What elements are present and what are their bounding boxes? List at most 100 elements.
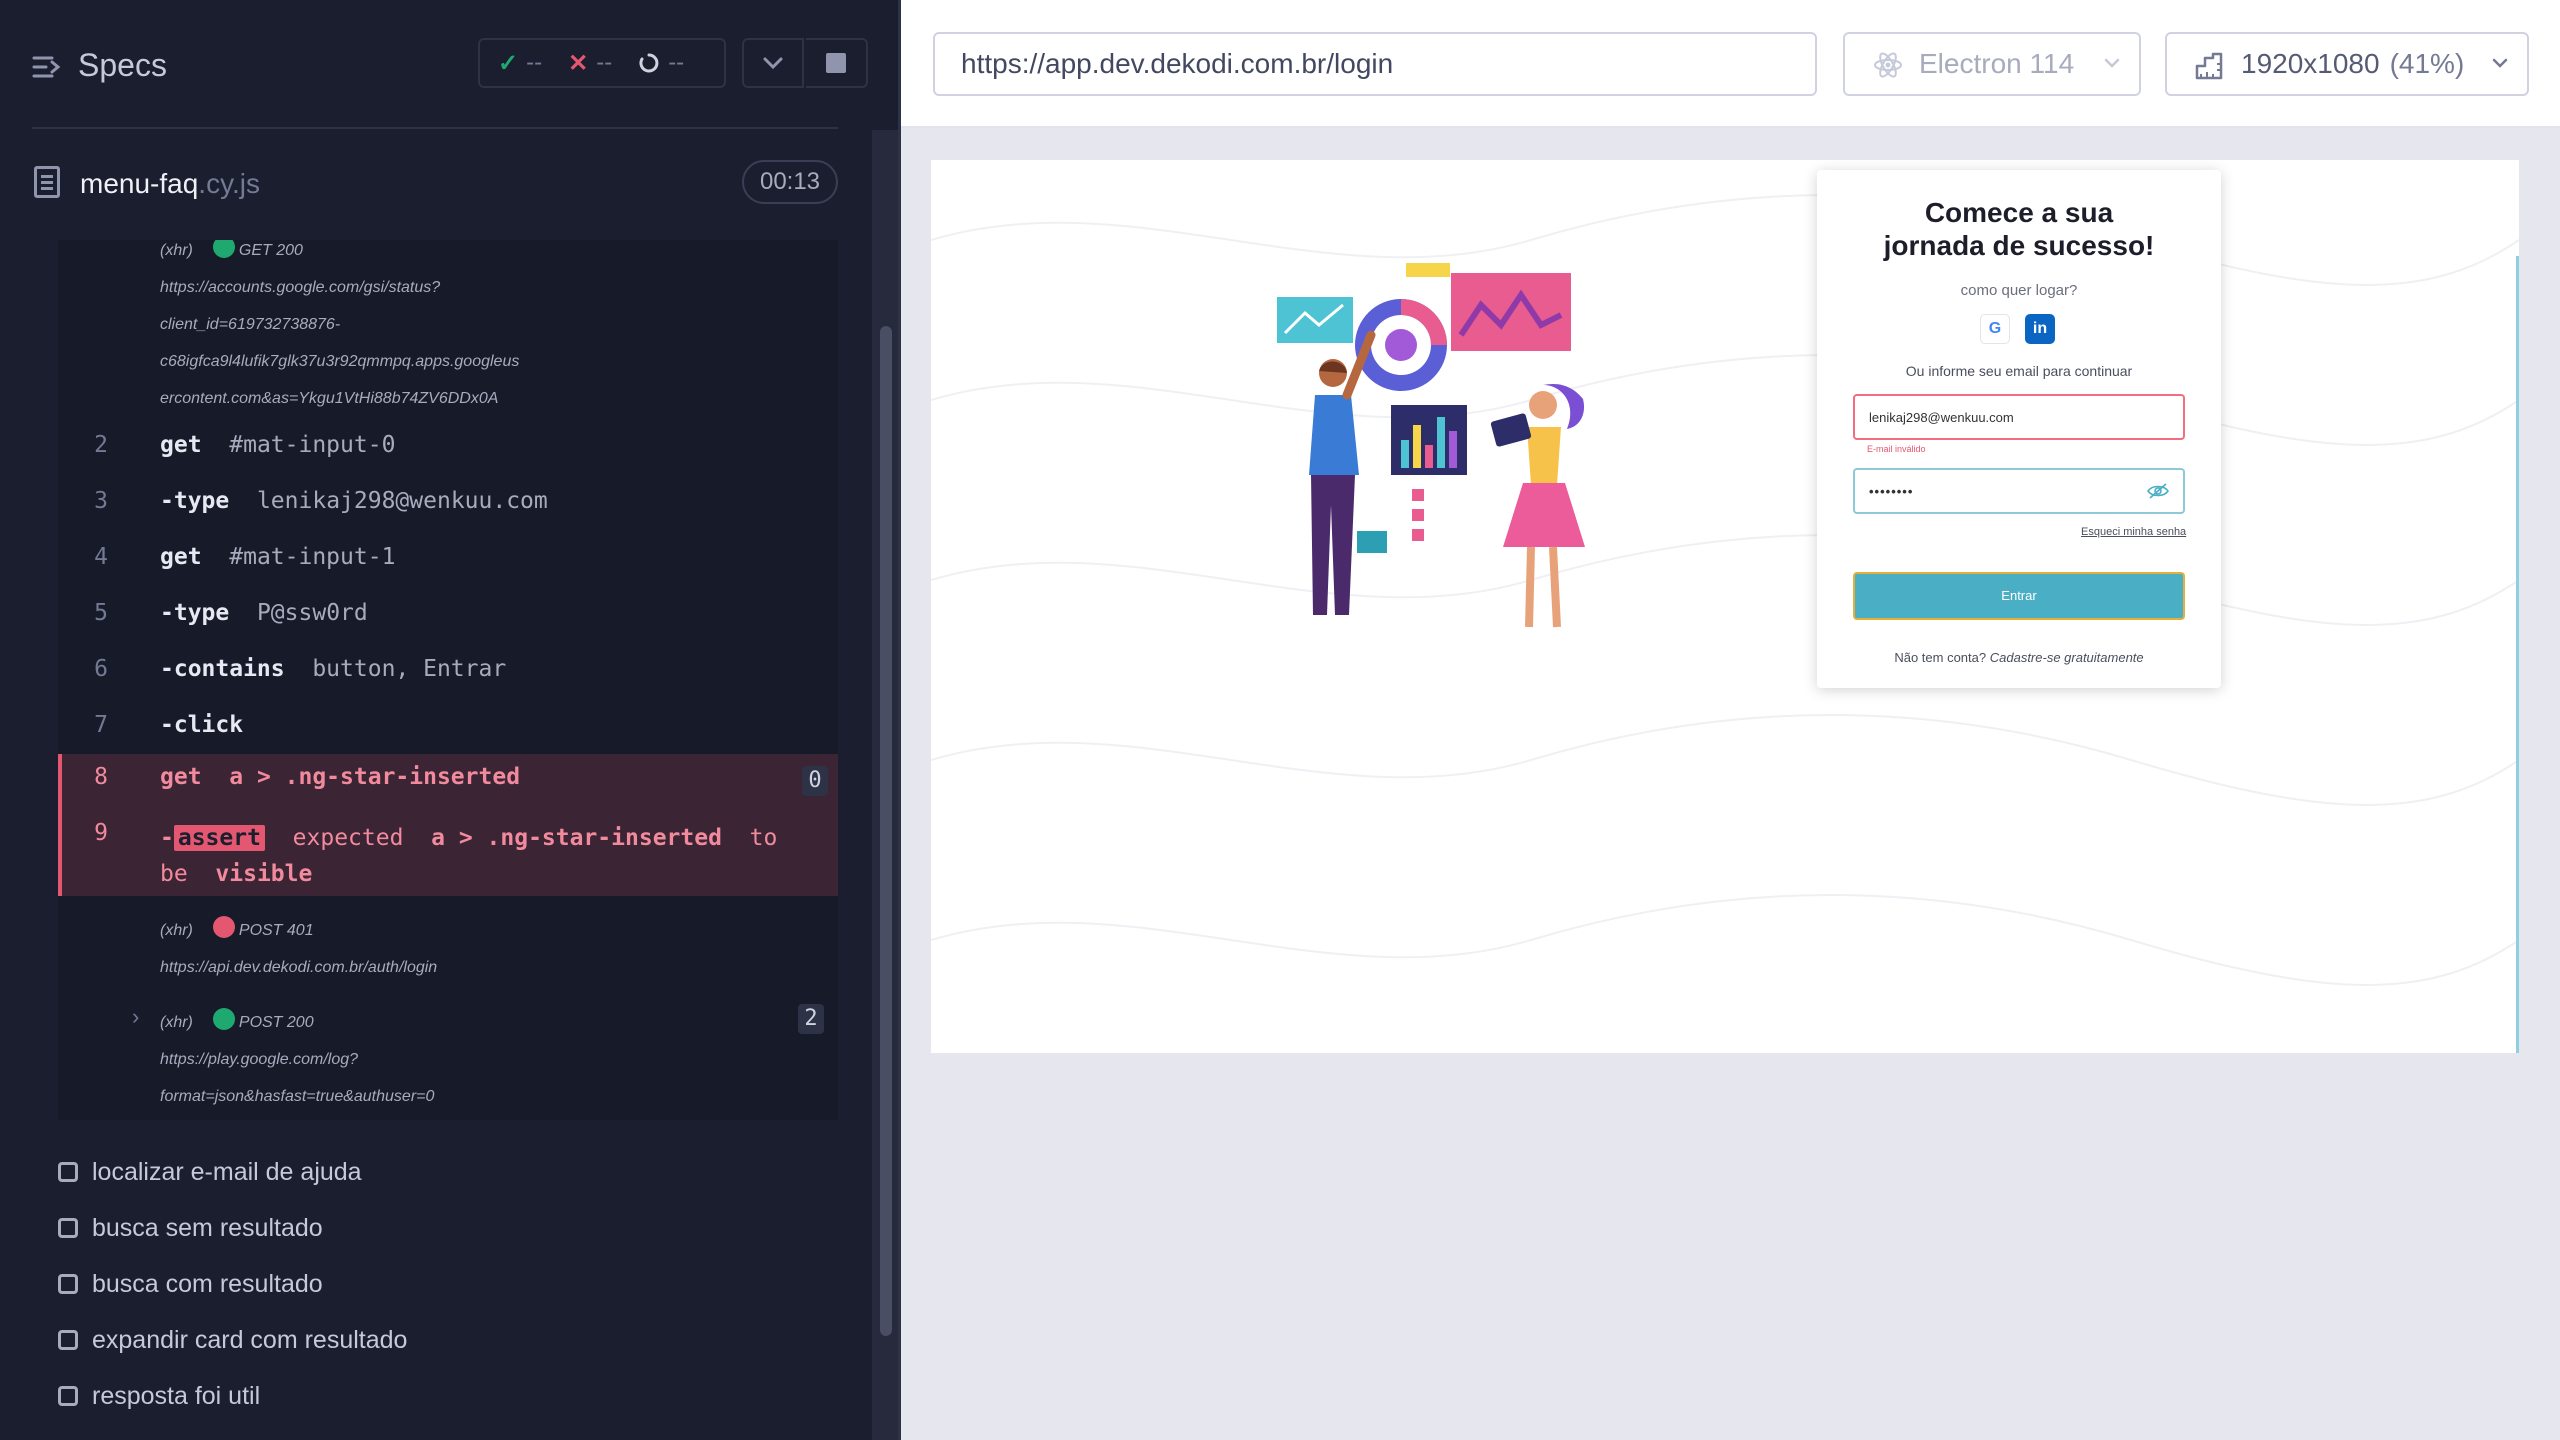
viewport-edge: [2516, 256, 2519, 1053]
xhr-entry[interactable]: (xhr) POST 200 https://play.google.com/lo…: [160, 1004, 434, 1115]
submit-button[interactable]: Entrar: [1853, 572, 2185, 620]
test-item[interactable]: busca com resultado: [58, 1264, 323, 1304]
google-login-button[interactable]: G: [1980, 314, 2010, 344]
assert-word: expected: [292, 825, 404, 851]
command-number: 6: [94, 656, 108, 682]
command-arg: button, Entrar: [312, 656, 507, 682]
viewport-size: 1920x1080: [2241, 48, 2380, 79]
command-name: -type: [160, 488, 230, 514]
collapse-button[interactable]: [742, 38, 804, 88]
failed-get-row[interactable]: 8 get a > .ng-star-inserted 0: [62, 764, 838, 804]
command-number: 3: [94, 488, 108, 514]
test-title: busca sem resultado: [92, 1213, 323, 1242]
command-dash: -: [160, 825, 174, 851]
assert-word: be: [160, 861, 188, 887]
command-name: -contains: [160, 656, 285, 682]
email-field[interactable]: lenikaj298@wenkuu.com: [1853, 394, 2185, 440]
test-item[interactable]: resposta foi util: [58, 1376, 260, 1416]
check-icon: ✓: [498, 49, 519, 77]
xhr-entry[interactable]: (xhr) GET 200 https://accounts.google.com…: [160, 240, 519, 417]
test-title: localizar e-mail de ajuda: [92, 1157, 362, 1186]
failed-count: --: [596, 49, 613, 76]
specs-menu-icon[interactable]: [32, 52, 62, 82]
xhr-url-line: https://api.dev.dekodi.com.br/auth/login: [160, 959, 438, 976]
pending-test-icon: [58, 1218, 78, 1238]
command-name: -type: [160, 600, 230, 626]
browser-selector[interactable]: Electron 114: [1843, 32, 2141, 96]
forgot-password-link[interactable]: Esqueci minha senha: [2081, 526, 2186, 538]
specs-title[interactable]: Specs: [78, 47, 167, 84]
xhr-url-line: https://play.google.com/log?: [160, 1051, 359, 1068]
command-arg: #mat-input-1: [229, 544, 396, 570]
browser-toolbar: https://app.dev.dekodi.com.br/login Elec…: [901, 0, 2560, 128]
app-viewport: Comece a sua jornada de sucesso! como qu…: [931, 160, 2519, 1053]
xhr-status: POST 200: [238, 1014, 314, 1031]
linkedin-icon: in: [2032, 320, 2048, 337]
failed-assert-row[interactable]: 9 - assert expected a > .ng-star-inserted…: [62, 820, 838, 896]
test-title: expandir card com resultado: [92, 1325, 408, 1354]
chevron-right-icon[interactable]: ›: [132, 1004, 139, 1030]
header-divider: [32, 127, 838, 129]
pending-count: --: [668, 49, 685, 76]
command-arg: #mat-input-0: [229, 432, 396, 458]
signup-prompt: Não tem conta? Cadastre-se gratuitamente: [1817, 650, 2221, 665]
pending-spinner-icon: [639, 53, 659, 73]
command-row[interactable]: 7 -click: [58, 712, 838, 752]
spec-file-icon: [34, 166, 60, 198]
login-title-line: jornada de sucesso!: [1883, 230, 2155, 261]
assert-selector: a > .ng-star-inserted: [431, 825, 722, 851]
command-log: (xhr) GET 200 https://accounts.google.com…: [58, 240, 838, 1120]
spec-file-row: menu-faq.cy.js 00:13: [0, 150, 898, 216]
ruler-icon: [2195, 52, 2223, 80]
xhr-url-line: format=json&hasfast=true&authuser=0: [160, 1088, 435, 1105]
background-pattern: [931, 194, 2519, 986]
xhr-entry[interactable]: (xhr) POST 401 https://api.dev.dekodi.com…: [160, 912, 437, 986]
assert-tag: assert: [173, 825, 265, 851]
pending-test-icon: [58, 1274, 78, 1294]
scrollbar-thumb[interactable]: [880, 326, 892, 1336]
test-title: resposta foi util: [92, 1381, 261, 1410]
test-stats: ✓ -- ✕ -- --: [478, 38, 726, 88]
url-bar[interactable]: https://app.dev.dekodi.com.br/login: [933, 32, 1817, 96]
password-field[interactable]: ••••••••: [1853, 468, 2185, 514]
command-name: get: [160, 764, 202, 790]
spec-file-name: menu-faq.cy.js: [80, 168, 260, 200]
stop-icon: [826, 53, 846, 73]
command-name: get: [160, 432, 202, 458]
command-arg: lenikaj298@wenkuu.com: [256, 488, 548, 514]
test-item[interactable]: localizar e-mail de ajuda: [58, 1152, 362, 1192]
viewport-scale: (41%): [2389, 48, 2465, 79]
google-icon: G: [1988, 320, 2002, 337]
command-row[interactable]: 2 get #mat-input-0: [58, 432, 838, 472]
test-item[interactable]: expandir card com resultado: [58, 1320, 407, 1360]
success-dot-icon: [212, 1008, 235, 1030]
login-card: Comece a sua jornada de sucesso! como qu…: [1817, 170, 2221, 688]
signup-link[interactable]: Cadastre-se gratuitamente: [1990, 650, 2144, 665]
linkedin-login-button[interactable]: in: [2025, 314, 2055, 344]
spec-ext: .cy.js: [198, 168, 260, 199]
eye-off-icon[interactable]: [2147, 483, 2169, 499]
command-number: 9: [94, 820, 108, 846]
element-count-badge: 2: [798, 1004, 824, 1034]
test-item[interactable]: busca sem resultado: [58, 1208, 323, 1248]
command-name: get: [160, 544, 202, 570]
electron-icon: [1874, 52, 1902, 78]
stop-button[interactable]: [806, 38, 868, 88]
command-row[interactable]: 3 -type lenikaj298@wenkuu.com: [58, 488, 838, 528]
passed-stat: ✓ --: [498, 49, 542, 78]
failed-command-block[interactable]: 8 get a > .ng-star-inserted 0 9 - assert …: [58, 754, 838, 896]
failed-stat: ✕ --: [568, 49, 612, 78]
command-number: 7: [94, 712, 108, 738]
command-row[interactable]: 5 -type P@ssw0rd: [58, 600, 838, 640]
xhr-prefix: (xhr): [160, 242, 193, 259]
xhr-prefix: (xhr): [160, 922, 193, 939]
cypress-runner-panel: Specs ✓ -- ✕ -- -- menu-faq.cy.js 00:13 …: [0, 0, 898, 1440]
assert-word: visible: [215, 861, 313, 887]
command-row[interactable]: 6 -contains button, Entrar: [58, 656, 838, 696]
xhr-url-line: c68igfca9l4lufik7glk37u3r92qmmpq.apps.go…: [160, 353, 520, 370]
runner-header: Specs ✓ -- ✕ -- --: [0, 0, 898, 130]
pending-test-icon: [58, 1162, 78, 1182]
xhr-prefix: (xhr): [160, 1014, 193, 1031]
viewport-selector[interactable]: 1920x1080 (41%): [2165, 32, 2529, 96]
command-row[interactable]: 4 get #mat-input-1: [58, 544, 838, 584]
